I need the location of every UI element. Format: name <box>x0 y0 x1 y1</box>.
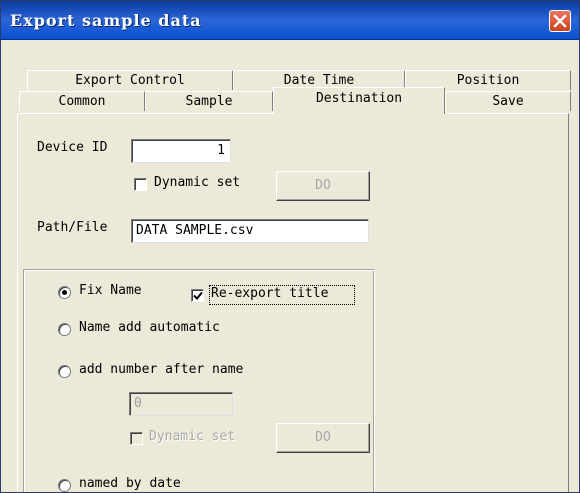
dynamic-set-checkbox[interactable] <box>134 178 147 191</box>
add-number-after-name-radio[interactable] <box>58 365 71 378</box>
named-by-date-label: named by date <box>79 476 181 491</box>
name-add-automatic-radio[interactable] <box>58 323 71 336</box>
do-button[interactable]: DO <box>276 171 370 201</box>
fix-name-label: Fix Name <box>79 283 142 298</box>
number-input[interactable]: 0 <box>129 392 233 416</box>
number-dynamic-set-checkbox[interactable] <box>130 432 143 445</box>
re-export-title-label: Re-export title <box>211 286 329 301</box>
check-mark-icon <box>193 291 203 300</box>
title-bar[interactable]: Export sample data <box>1 1 579 40</box>
tab-destination[interactable]: Destination <box>273 87 445 114</box>
tab-sample[interactable]: Sample <box>145 91 273 111</box>
device-id-label: Device ID <box>37 140 108 155</box>
tab-common[interactable]: Common <box>19 91 145 111</box>
path-file-label: Path/File <box>37 220 108 235</box>
tab-export-control[interactable]: Export Control <box>27 70 233 90</box>
dialog-title: Export sample data <box>10 11 202 30</box>
close-button[interactable] <box>549 10 571 32</box>
selected-dot-icon <box>62 290 67 295</box>
fix-name-radio[interactable] <box>58 286 71 299</box>
re-export-title-checkbox[interactable] <box>191 289 204 302</box>
name-add-automatic-label: Name add automatic <box>79 320 220 335</box>
path-file-input[interactable]: DATA SAMPLE.csv <box>131 219 369 243</box>
close-icon <box>553 14 567 28</box>
dynamic-set-label: Dynamic set <box>154 175 241 190</box>
device-id-input[interactable]: 1 <box>131 139 231 163</box>
add-number-after-name-label: add number after name <box>79 362 244 377</box>
number-do-button[interactable]: DO <box>276 423 370 453</box>
number-dynamic-set-label: Dynamic set <box>149 429 236 444</box>
export-dialog: Export sample data Export Control Date T… <box>0 0 580 493</box>
tab-save[interactable]: Save <box>445 91 571 111</box>
named-by-date-radio[interactable] <box>58 479 71 492</box>
